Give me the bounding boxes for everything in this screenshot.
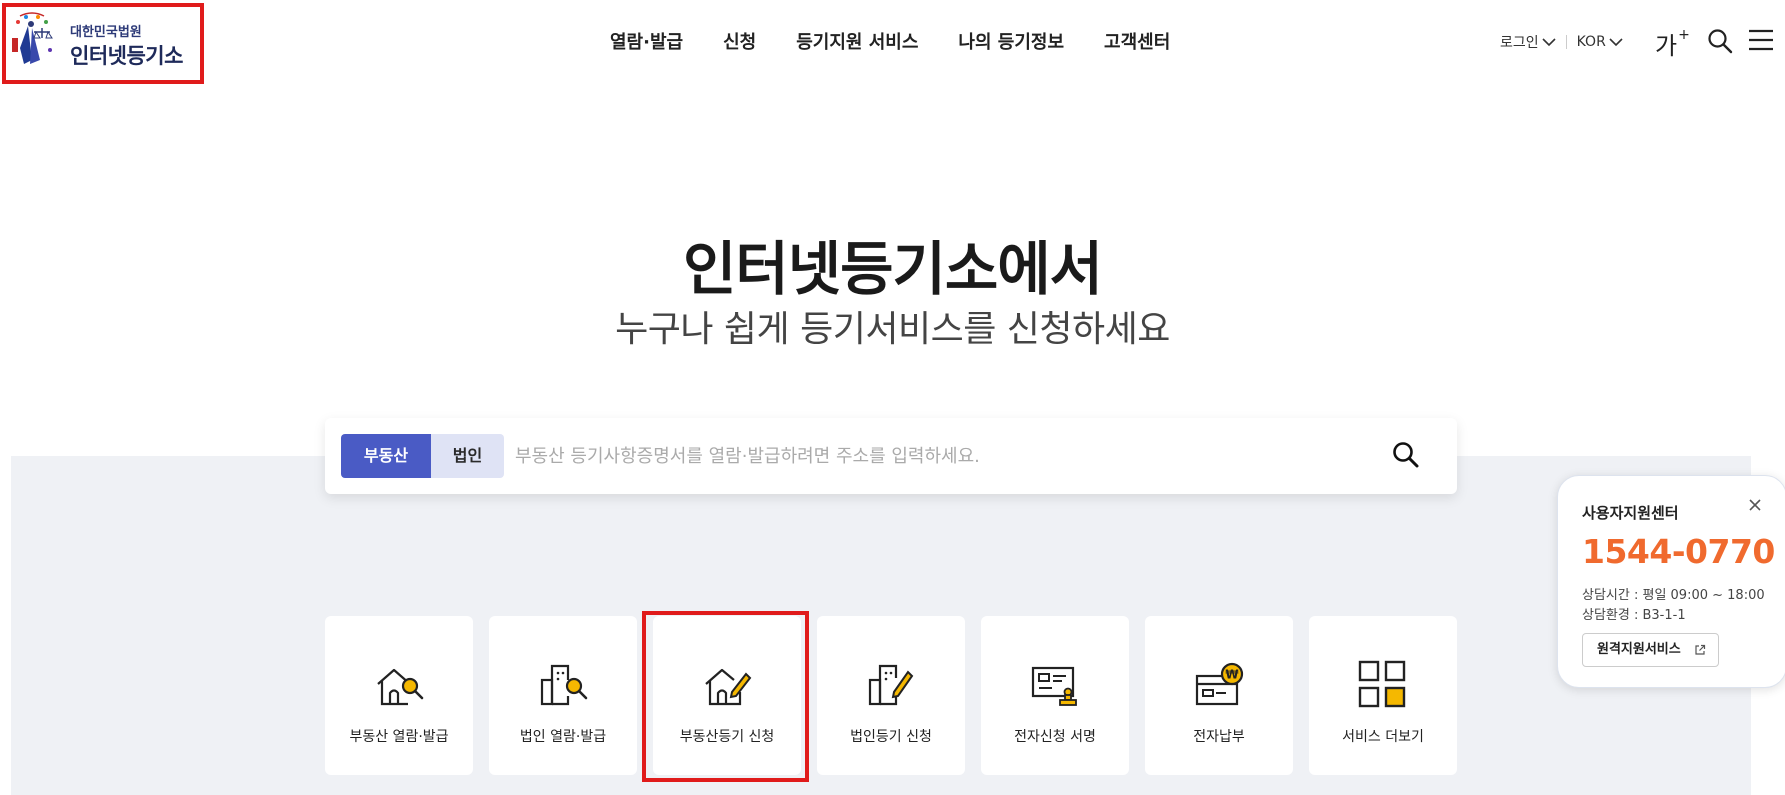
service-card-real-estate-apply[interactable]: 부동산등기 신청 [653,616,801,775]
service-label: 부동산 열람·발급 [349,729,449,745]
remote-support-button[interactable]: 원격지원서비스 [1582,633,1719,667]
service-label: 부동산등기 신청 [679,729,775,745]
svg-text:₩: ₩ [1225,668,1239,682]
grid-more-icon [1358,660,1406,708]
nav-item-my-registry[interactable]: 나의 등기정보 [958,28,1064,54]
search-type-toggle: 부동산 법인 [341,434,504,478]
chevron-down-icon [1609,38,1623,47]
wallet-won-icon: ₩ [1195,662,1244,706]
building-search-icon [540,664,588,706]
search-box: 부동산 법인 [325,418,1457,494]
service-label: 전자신청 서명 [1014,729,1096,745]
service-label: 법인 열람·발급 [519,729,607,745]
service-card-e-signature[interactable]: 전자신청 서명 [981,616,1129,775]
tab-corporation[interactable]: 법인 [431,434,504,478]
support-title: 사용자지원센터 [1582,504,1679,522]
address-search-input[interactable] [515,434,1335,478]
support-phone-number: 1544-0770 [1582,532,1775,571]
main-nav: 열람·발급 신청 등기지원 서비스 나의 등기정보 고객센터 [610,28,1210,54]
service-label: 전자납부 [1193,729,1245,745]
login-label: 로그인 [1500,35,1539,51]
house-edit-icon [705,668,752,706]
font-size-label: 가 [1655,32,1678,60]
language-label: KOR [1576,34,1606,50]
chevron-down-icon [1542,38,1556,47]
hero-subtitle: 누구나 쉽게 등기서비스를 신청하세요 [615,309,1170,350]
nav-item-view-issue[interactable]: 열람·발급 [610,28,683,54]
service-card-more[interactable]: 서비스 더보기 [1309,616,1457,775]
logo-highlight-frame [2,3,204,84]
support-hours: 상담시간 : 평일 09:00 ~ 18:00 [1582,588,1765,603]
font-size-button[interactable]: 가+ [1655,26,1690,61]
service-label: 서비스 더보기 [1342,729,1424,745]
search-icon[interactable] [1707,28,1733,54]
house-search-icon [377,668,424,706]
language-dropdown[interactable]: KOR [1577,34,1623,50]
nav-item-apply[interactable]: 신청 [723,28,756,54]
support-center-panel: 사용자지원센터 1544-0770 상담시간 : 평일 09:00 ~ 18:0… [1557,475,1785,688]
hamburger-menu-icon[interactable] [1748,28,1774,52]
login-dropdown[interactable]: 로그인 [1500,32,1556,52]
divider [1565,35,1567,49]
font-size-plus: + [1678,27,1690,43]
nav-item-support-service[interactable]: 등기지원 서비스 [796,28,918,54]
stamp-document-icon [1031,666,1077,706]
search-submit-icon[interactable] [1391,440,1421,470]
external-link-icon [1695,644,1706,655]
service-card-corporation-view[interactable]: 법인 열람·발급 [489,616,637,775]
service-label: 법인등기 신청 [850,729,932,745]
tab-real-estate[interactable]: 부동산 [341,434,431,478]
service-card-real-estate-view[interactable]: 부동산 열람·발급 [325,616,473,775]
close-icon[interactable] [1748,498,1762,512]
hero-title: 인터넷등기소에서 [683,235,1103,303]
service-card-e-payment[interactable]: ₩ 전자납부 [1145,616,1293,775]
site-header: 대한민국법원 인터넷등기소 열람·발급 신청 등기지원 서비스 나의 등기정보 … [0,0,1785,90]
nav-item-customer-center[interactable]: 고객센터 [1104,28,1170,54]
utility-menu: 로그인 KOR [1500,32,1623,52]
building-edit-icon [868,664,914,706]
service-card-corporation-apply[interactable]: 법인등기 신청 [817,616,965,775]
remote-support-label: 원격지원서비스 [1597,642,1681,657]
support-environment: 상담환경 : B3-1-1 [1582,608,1686,623]
